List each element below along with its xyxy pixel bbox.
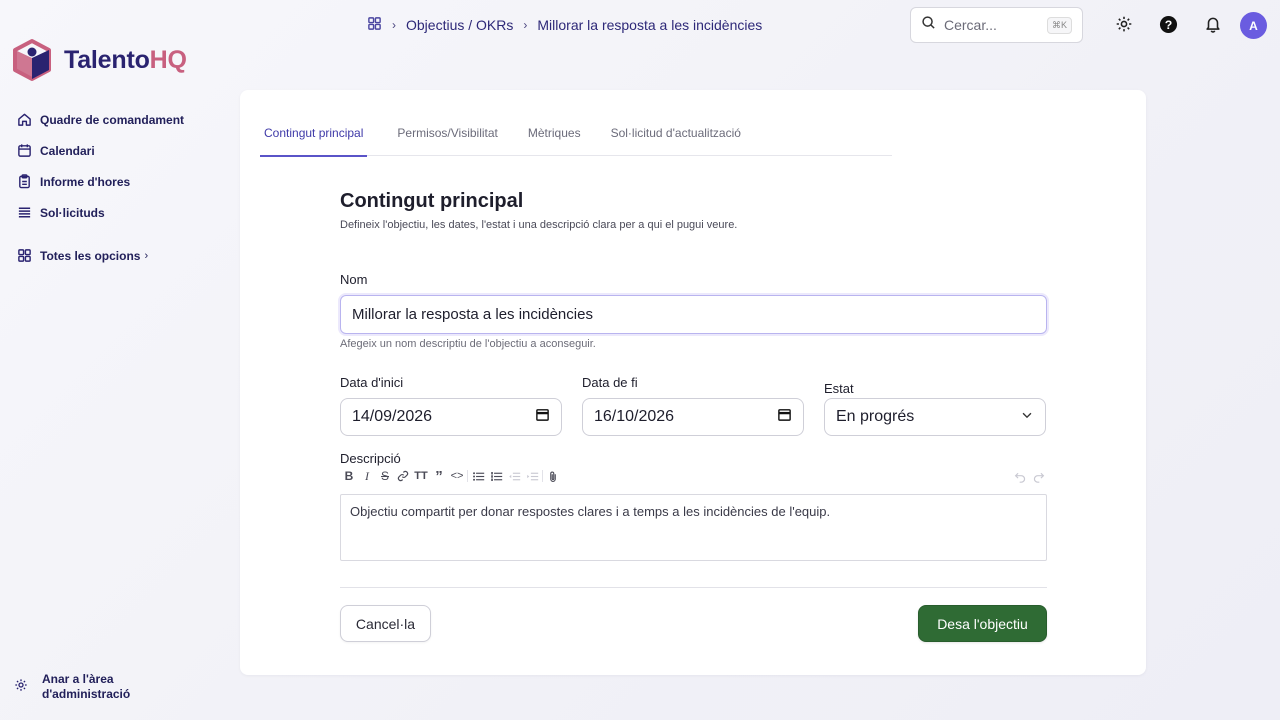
toolbar-divider — [467, 470, 468, 482]
sidebar-item-calendar[interactable]: Calendari — [0, 135, 220, 166]
chevron-right-icon: › — [523, 18, 528, 32]
sidebar-item-label: Quadre de comandament — [40, 112, 185, 127]
sidebar-item-timesheet[interactable]: Informe d'hores — [0, 166, 220, 197]
bold-icon[interactable]: B — [340, 467, 358, 485]
bell-icon[interactable] — [1203, 14, 1223, 34]
sidebar-item-label: Calendari — [40, 143, 95, 158]
link-icon[interactable] — [394, 467, 412, 485]
list-icon — [16, 205, 32, 221]
app-logo[interactable]: TalentoHQ — [12, 38, 187, 82]
quote-icon[interactable]: ” — [430, 467, 448, 485]
chevron-right-icon: › — [392, 18, 396, 32]
help-icon[interactable]: ? — [1158, 14, 1178, 34]
tab-metrics[interactable]: Mètriques — [528, 110, 581, 156]
sidebar-item-label: Sol·licituds — [40, 205, 105, 220]
end-date-label: Data de fi — [582, 375, 638, 390]
start-date-input[interactable]: 14/09/2026 — [340, 398, 562, 436]
search-icon — [921, 15, 936, 35]
logo-icon — [13, 39, 51, 81]
numbered-list-icon[interactable] — [487, 467, 505, 485]
description-editor[interactable]: Objectiu compartit per donar respostes c… — [340, 494, 1047, 561]
name-label: Nom — [340, 272, 368, 287]
tab-update-request[interactable]: Sol·licitud d'actualització — [611, 110, 741, 156]
sidebar-item-dashboard[interactable]: Quadre de comandament — [0, 104, 220, 135]
home-icon — [16, 112, 32, 128]
undo-icon[interactable] — [1011, 467, 1029, 485]
sidebar-item-label: Informe d'hores — [40, 174, 131, 189]
end-date-value: 16/10/2026 — [594, 408, 675, 425]
bullet-list-icon[interactable] — [469, 467, 487, 485]
form-divider — [340, 587, 1047, 588]
calendar-icon — [16, 143, 32, 159]
shortcut-badge: ⌘K — [1046, 16, 1072, 34]
settings-gear-icon[interactable] — [1114, 14, 1134, 34]
sidebar-item-all-options[interactable]: Totes les opcions › — [0, 240, 220, 271]
outdent-icon[interactable] — [505, 467, 523, 485]
search-input[interactable]: Cercar... ⌘K — [910, 7, 1083, 43]
start-date-value: 14/09/2026 — [352, 408, 433, 425]
editor-toolbar: B I S TT ” <> — [340, 466, 1047, 486]
breadcrumb-link-okrs[interactable]: Objectius / OKRs — [406, 17, 513, 33]
history-controls — [1011, 467, 1047, 485]
strikethrough-icon[interactable]: S — [376, 467, 394, 485]
redo-icon[interactable] — [1029, 467, 1047, 485]
code-icon[interactable]: <> — [448, 467, 466, 485]
indent-icon[interactable] — [523, 467, 541, 485]
admin-link-label: Anar a l'àrea d'administració — [42, 672, 131, 701]
sidebar-item-label: Totes les opcions — [40, 248, 141, 263]
save-objective-button[interactable]: Desa l'objectiu — [918, 605, 1047, 642]
section-title: Contingut principal — [340, 190, 524, 212]
toolbar-divider — [542, 470, 543, 482]
clipboard-icon — [16, 174, 32, 190]
tab-bar: Contingut principal Permisos/Visibilitat… — [260, 110, 892, 157]
cancel-button[interactable]: Cancel·la — [340, 605, 431, 642]
search-placeholder: Cercar... — [944, 17, 997, 33]
calendar-icon[interactable] — [535, 407, 550, 427]
section-description: Defineix l'objectiu, les dates, l'estat … — [340, 219, 738, 231]
grid-icon[interactable] — [367, 16, 382, 34]
admin-area-link[interactable]: Anar a l'àrea d'administració — [14, 672, 130, 702]
avatar[interactable]: A — [1240, 12, 1267, 39]
chevron-right-icon: › — [144, 249, 149, 262]
svg-text:?: ? — [1164, 17, 1172, 31]
end-date-input[interactable]: 16/10/2026 — [582, 398, 804, 436]
breadcrumb-current: Millorar la resposta a les incidències — [537, 17, 763, 33]
name-hint: Afegeix un nom descriptiu de l'objectiu … — [340, 338, 596, 350]
paperclip-icon[interactable] — [544, 467, 562, 485]
name-input[interactable]: Millorar la resposta a les incidències — [340, 295, 1047, 334]
italic-icon[interactable]: I — [358, 467, 376, 485]
chevron-down-icon — [1020, 408, 1034, 427]
status-value: En progrés — [836, 408, 915, 425]
sidebar-item-requests[interactable]: Sol·licituds — [0, 197, 220, 228]
status-label: Estat — [824, 381, 854, 396]
tab-permissions[interactable]: Permisos/Visibilitat — [397, 110, 497, 156]
grid-icon — [16, 248, 32, 264]
breadcrumb: › Objectius / OKRs › Millorar la respost… — [367, 16, 762, 34]
text-size-icon[interactable]: TT — [412, 467, 430, 485]
sidebar: Quadre de comandament Calendari Informe … — [0, 104, 220, 271]
tab-main-content[interactable]: Contingut principal — [260, 110, 368, 157]
description-label: Descripció — [340, 451, 401, 466]
logo-text: TalentoHQ — [64, 45, 187, 74]
main-card: Contingut principal Permisos/Visibilitat… — [240, 90, 1146, 675]
start-date-label: Data d'inici — [340, 375, 404, 390]
calendar-icon[interactable] — [777, 407, 792, 427]
gear-icon — [14, 678, 28, 697]
status-select[interactable]: En progrés — [824, 398, 1046, 436]
